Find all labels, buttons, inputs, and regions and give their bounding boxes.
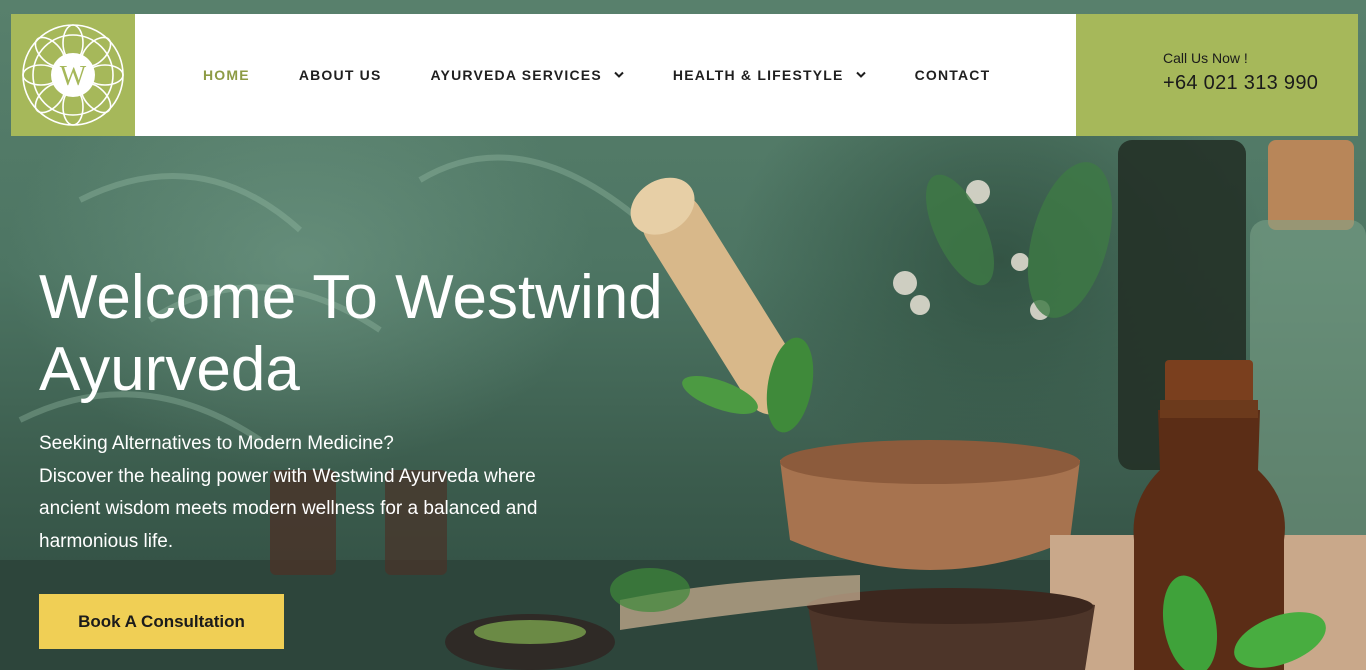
nav-item-label: ABOUT US <box>298 67 382 83</box>
call-us-label: Call Us Now ! <box>1163 50 1248 66</box>
book-consultation-button[interactable]: Book A Consultation <box>39 594 284 649</box>
nav-item-label: AYURVEDA SERVICES <box>430 67 602 83</box>
mandala-logo-icon: W <box>22 24 124 126</box>
phone-number-link[interactable]: +64 021 313 990 <box>1163 72 1358 95</box>
nav-item-home[interactable]: HOME <box>203 67 250 83</box>
site-header: W HOME ABOUT US AYURVEDA SERVICES HEALTH… <box>11 14 1358 136</box>
hero-subtitle: Seeking Alternatives to Modern Medicine?… <box>39 428 639 558</box>
nav-item-ayurveda-services[interactable]: AYURVEDA SERVICES <box>431 67 624 83</box>
nav-item-contact[interactable]: CONTACT <box>915 67 991 83</box>
chevron-down-icon[interactable] <box>855 71 866 79</box>
hero-subtitle-line: harmonious life. <box>39 530 174 552</box>
nav-item-label: HOME <box>203 67 250 83</box>
hero-subtitle-line: Discover the healing power with Westwind… <box>39 465 536 487</box>
call-us-box: Call Us Now ! +64 021 313 990 <box>1076 14 1358 136</box>
hero-title-line: Welcome To Westwind <box>39 263 663 332</box>
logo[interactable]: W <box>11 14 135 136</box>
main-nav: HOME ABOUT US AYURVEDA SERVICES HEALTH &… <box>135 14 1076 136</box>
hero-title-line: Ayurveda <box>39 335 300 404</box>
nav-item-label: CONTACT <box>914 67 991 83</box>
hero-title: Welcome To Westwind Ayurveda <box>39 262 739 406</box>
nav-item-about-us[interactable]: ABOUT US <box>299 67 382 83</box>
logo-letter: W <box>60 61 87 92</box>
nav-item-label: HEALTH & LIFESTYLE <box>672 67 844 83</box>
chevron-down-icon[interactable] <box>614 71 624 79</box>
hero-subtitle-line: Seeking Alternatives to Modern Medicine? <box>39 433 394 454</box>
hero-subtitle-line: ancient wisdom meets modern wellness for… <box>39 498 538 519</box>
nav-item-health-lifestyle[interactable]: HEALTH & LIFESTYLE <box>673 67 866 83</box>
